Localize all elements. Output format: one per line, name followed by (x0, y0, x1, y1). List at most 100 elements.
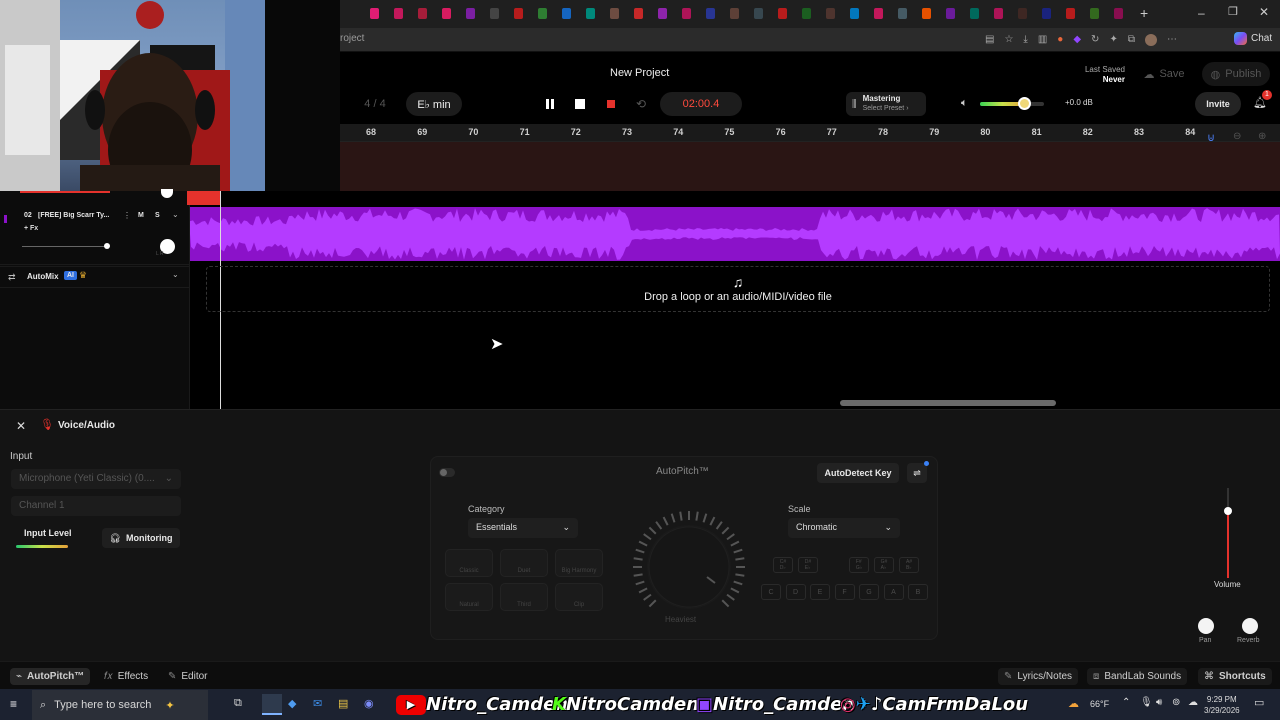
read-mode-icon[interactable]: ▤ (985, 34, 994, 46)
recording-region[interactable] (187, 191, 221, 205)
track-volume-slider[interactable] (22, 246, 108, 247)
task-view-icon[interactable]: ⧉ (234, 697, 242, 710)
taskbar-clock[interactable]: 9:29 PM 3/29/2026 (1204, 694, 1240, 716)
browser-tab-favicon[interactable] (1066, 8, 1075, 19)
start-menu-icon[interactable]: ≡ (10, 697, 17, 711)
close-panel-icon[interactable]: ✕ (16, 419, 26, 433)
downloads-icon[interactable]: ⤓ (1023, 34, 1027, 46)
natural-key-button[interactable]: G (859, 584, 879, 600)
browser-tab-favicon[interactable] (730, 8, 739, 19)
tab-autopitch[interactable]: ⌁ AutoPitch™ (10, 668, 91, 685)
automix-chevron-icon[interactable]: ⌄ (172, 270, 179, 279)
browser-tab-favicon[interactable] (442, 8, 451, 19)
loop-button[interactable]: ⟲ (636, 97, 646, 111)
preset-natural[interactable]: Natural (445, 583, 493, 611)
add-fx-button[interactable]: + Fx (24, 225, 38, 232)
mute-button[interactable]: M (138, 212, 144, 219)
collections-icon[interactable]: ⧉ (1128, 34, 1135, 46)
invite-button[interactable]: Invite (1195, 92, 1241, 116)
mastering-button[interactable]: ⫼ Mastering Select Preset › (846, 92, 926, 116)
browser-tab-favicon[interactable] (754, 8, 763, 19)
browser-tab-favicon[interactable] (994, 8, 1003, 19)
preset-classic[interactable]: Classic (445, 549, 493, 577)
browser-tab-favicon[interactable] (1114, 8, 1123, 19)
record-button[interactable] (606, 100, 615, 108)
autopitch-toggle[interactable] (439, 468, 455, 477)
browser-tab-favicon[interactable] (634, 8, 643, 19)
bandlab-sounds-button[interactable]: ⧈ BandLab Sounds (1087, 668, 1188, 685)
tray-chevron-icon[interactable]: ⌃ (1122, 697, 1130, 708)
address-bar[interactable]: roject ▤ ☆ ⤓ ▥ ● ◆ ↻ ✦ ⧉ ⋯ Chat (340, 28, 1280, 52)
key-selector[interactable]: E♭ min (406, 92, 462, 116)
autopitch-settings-icon[interactable]: ⇌ (907, 463, 927, 483)
file-explorer-taskbar-icon[interactable]: ▤ (338, 697, 348, 710)
stop-button[interactable] (575, 99, 586, 109)
favorite-star-icon[interactable]: ☆ (1004, 34, 1013, 46)
discord-taskbar-icon[interactable]: ◉ (364, 697, 374, 710)
volume-tray-icon[interactable]: 🔊︎ (1156, 697, 1162, 708)
input-device-select[interactable]: Microphone (Yeti Classic) (0.... ⌄ (11, 469, 181, 489)
copilot-icon[interactable] (1234, 32, 1247, 45)
track-volume-handle[interactable] (104, 243, 110, 249)
natural-key-button[interactable]: F (834, 584, 855, 600)
mute-master-icon[interactable]: 🔈︎ (961, 97, 968, 110)
audio-clip[interactable] (190, 207, 1280, 261)
extensions-puzzle-icon[interactable]: ✦ (1109, 34, 1117, 46)
browser-tab-favicon[interactable] (586, 8, 595, 19)
browser-tab-favicon[interactable] (490, 8, 499, 19)
taskbar-search[interactable]: ⌕ Type here to search ✦ (32, 690, 208, 720)
new-tab-button[interactable]: + (1140, 5, 1148, 21)
browser-tab-favicon[interactable] (514, 8, 523, 19)
previous-track-lane[interactable] (340, 142, 1280, 192)
solo-button[interactable]: S (155, 212, 160, 219)
preset-duet[interactable]: Duet (500, 549, 548, 577)
browser-tab-favicon[interactable] (1042, 8, 1051, 19)
outlook-taskbar-icon[interactable]: ✉ (313, 697, 322, 710)
sharp-key-button[interactable]: A# B♭ (899, 557, 919, 573)
preset-third[interactable]: Third (500, 583, 548, 611)
track-more-icon[interactable]: ⋮ (123, 211, 131, 220)
browser-tab-favicon[interactable] (394, 8, 403, 19)
zoom-in-icon[interactable]: ⊕ (1258, 131, 1266, 142)
edge-browser-taskbar-icon[interactable] (262, 694, 282, 715)
track-expand-chevron-icon[interactable]: ⌄ (172, 210, 179, 219)
prev-track-pan-knob[interactable] (161, 189, 173, 198)
drop-zone[interactable]: ♫ Drop a loop or an audio/MIDI/video fil… (206, 266, 1270, 312)
shortcuts-button[interactable]: ⌘ Shortcuts (1198, 668, 1272, 685)
master-volume-slider[interactable] (980, 97, 1044, 110)
weather-icon[interactable]: ☁ (1068, 697, 1079, 710)
sharp-key-button[interactable]: D# E♭ (798, 557, 818, 573)
scale-select[interactable]: Chromatic ⌄ (788, 518, 900, 538)
notification-center-icon[interactable]: ▭ (1254, 696, 1264, 709)
browser-tab-favicon[interactable] (826, 8, 835, 19)
track-name[interactable]: [FREE] Big Scarr Ty... (38, 212, 116, 219)
sharp-key-button[interactable]: F# G♭ (849, 557, 869, 573)
maximize-window-button[interactable]: ❐ (1228, 5, 1238, 18)
browser-tab-favicon[interactable] (610, 8, 619, 19)
browser-tab-favicon[interactable] (1090, 8, 1099, 19)
browser-tab-favicon[interactable] (682, 8, 691, 19)
browser-tab-favicon[interactable] (802, 8, 811, 19)
natural-key-button[interactable]: B (908, 584, 928, 600)
browser-tab-favicon[interactable] (778, 8, 787, 19)
channel-select[interactable]: Channel 1 (11, 496, 181, 516)
browser-tab-favicon[interactable] (970, 8, 979, 19)
monitoring-button[interactable]: 🎧︎ Monitoring (102, 528, 180, 548)
pan-knob[interactable] (1198, 618, 1214, 634)
pause-button[interactable] (546, 99, 554, 109)
browser-tab-favicon[interactable] (658, 8, 667, 19)
tab-editor[interactable]: ✎ Editor (162, 668, 214, 685)
save-button[interactable]: ☁ Save (1134, 62, 1194, 86)
microphone-tray-icon[interactable]: 🎙︎ (1140, 697, 1153, 708)
natural-key-button[interactable]: A (883, 584, 904, 600)
timeline-ruler[interactable]: 68 69 70 71 72 73 74 75 76 77 78 79 80 81 82 83 84 (340, 124, 1280, 142)
natural-key-button[interactable]: E (810, 584, 830, 600)
browser-tab-favicon[interactable] (538, 8, 547, 19)
autopitch-knob[interactable] (631, 509, 747, 625)
project-title[interactable]: New Project (610, 67, 669, 79)
browser-tab-favicon[interactable] (370, 8, 379, 19)
onedrive-tray-icon[interactable]: ☁ (1188, 697, 1198, 708)
copilot-taskbar-icon[interactable]: ◆ (288, 697, 296, 710)
extension-orange-icon[interactable]: ● (1057, 34, 1063, 46)
prev-track-fader[interactable] (20, 191, 110, 193)
